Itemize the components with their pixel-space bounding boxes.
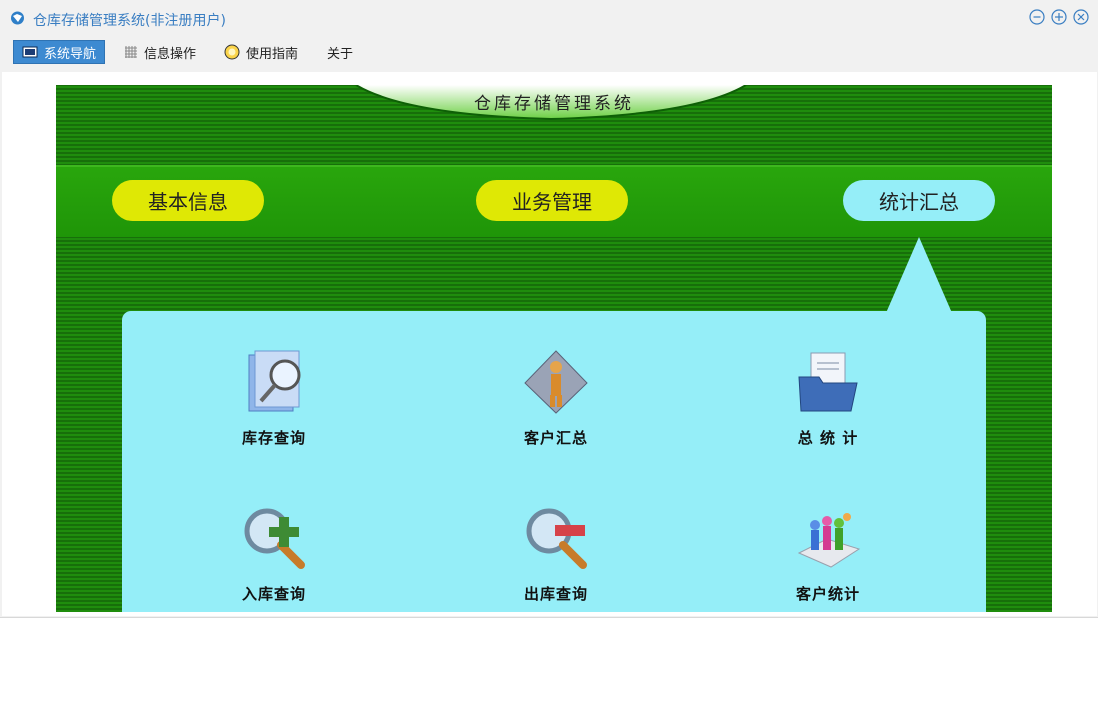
minimize-icon[interactable]	[1029, 9, 1045, 25]
tile-label: 客户汇总	[523, 429, 588, 447]
people-chart-icon	[797, 513, 861, 568]
tile-label: 总 统 计	[797, 429, 859, 447]
maximize-icon[interactable]	[1051, 9, 1067, 25]
tile-label: 库存查询	[241, 429, 306, 447]
menu-label: 使用指南	[246, 46, 299, 62]
monitor-icon	[22, 46, 38, 57]
tile-label: 客户统计	[795, 585, 860, 603]
tile-label: 出库查询	[523, 585, 588, 603]
grid-icon	[125, 46, 137, 58]
menu-label: 关于	[327, 46, 354, 62]
nav-statistics-summary-button[interactable]: 统计汇总	[843, 180, 995, 221]
tile-inventory-query[interactable]: 库存查询	[204, 347, 344, 457]
person-document-icon	[524, 350, 588, 414]
book-search-icon	[248, 350, 301, 412]
menu-label: 信息操作	[144, 46, 197, 62]
folder-documents-icon	[798, 352, 858, 412]
tile-label: 入库查询	[241, 585, 306, 603]
magnifier-plus-icon	[244, 508, 305, 569]
nav-business-management-button[interactable]: 业务管理	[476, 180, 628, 221]
selection-pointer	[886, 237, 952, 313]
tile-customer-summary[interactable]: 客户汇总	[486, 347, 626, 457]
menu-user-guide[interactable]: 使用指南	[224, 40, 298, 64]
lightbulb-icon	[224, 44, 240, 60]
app-logo-icon	[11, 11, 24, 25]
tile-total-statistics[interactable]: 总 统 计	[758, 347, 898, 457]
window-title: 仓库存储管理系统(非注册用户)	[33, 13, 226, 29]
title-bar: 仓库存储管理系统(非注册用户)	[0, 0, 1098, 38]
menu-info-operation[interactable]: 信息操作	[124, 40, 196, 64]
nav-label: 业务管理	[512, 190, 592, 214]
nav-basic-info-button[interactable]: 基本信息	[112, 180, 264, 221]
dashboard-stage: 仓库存储管理系统 基本信息 业务管理 统计汇总 库存查询 客户汇总 总 统 计 …	[56, 85, 1052, 612]
menu-label: 系统导航	[44, 46, 97, 62]
menu-bar: 系统导航 信息操作 使用指南 关于	[0, 40, 1098, 66]
close-icon[interactable]	[1073, 9, 1089, 25]
nav-label: 统计汇总	[879, 190, 959, 214]
menu-about[interactable]: 关于	[327, 40, 353, 64]
statistics-panel: 库存查询 客户汇总 总 统 计 入库查询 出库查询 客户统计	[122, 311, 986, 612]
nav-label: 基本信息	[148, 190, 228, 214]
tile-inbound-query[interactable]: 入库查询	[204, 503, 344, 612]
app-window: 仓库存储管理系统(非注册用户) 系统导航 信息操作 使用指南 关于 仓库存储管理…	[0, 0, 1098, 618]
banner-title: 仓库存储管理系统	[474, 94, 634, 114]
tile-customer-statistics[interactable]: 客户统计	[758, 503, 898, 612]
magnifier-minus-icon	[526, 508, 587, 569]
tile-outbound-query[interactable]: 出库查询	[486, 503, 626, 612]
menu-system-navigation[interactable]: 系统导航	[13, 40, 106, 64]
